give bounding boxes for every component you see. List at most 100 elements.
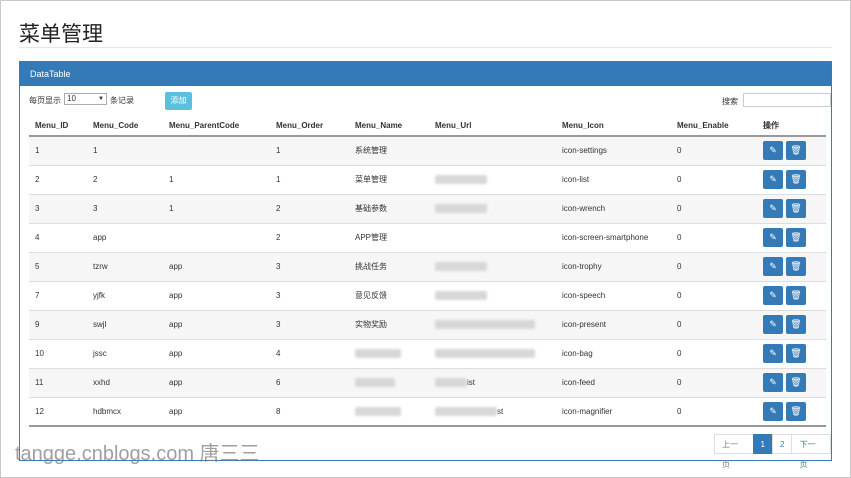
header-menu-id[interactable]: Menu_ID bbox=[29, 116, 93, 137]
redacted-text bbox=[435, 262, 487, 272]
cell-actions: ✎ 🗑 bbox=[763, 164, 826, 194]
edit-icon[interactable]: ✎ bbox=[763, 344, 783, 363]
trash-icon[interactable]: 🗑 bbox=[786, 199, 806, 218]
pager-page-2[interactable]: 2 bbox=[772, 434, 793, 454]
cell-menu-parentcode: app bbox=[169, 367, 276, 397]
trash-icon[interactable]: 🗑 bbox=[786, 228, 806, 247]
pager-prev[interactable]: 上一页 bbox=[714, 434, 754, 469]
cell-menu-parentcode-text: 1 bbox=[169, 175, 174, 184]
redacted-text bbox=[355, 378, 395, 388]
screenshot-frame: 菜单管理 DataTable 每页显示 10 ▼ 条记录 添加 搜索 Menu_… bbox=[0, 0, 851, 478]
edit-icon[interactable]: ✎ bbox=[763, 401, 783, 421]
trash-icon[interactable]: 🗑 bbox=[786, 344, 806, 363]
trash-icon[interactable]: 🗑 bbox=[786, 141, 806, 161]
cell-menu-code-text: app bbox=[93, 233, 107, 242]
trash-icon[interactable]: 🗑 bbox=[786, 257, 806, 276]
cell-menu-id-text: 12 bbox=[35, 406, 44, 416]
edit-icon[interactable]: ✎ bbox=[763, 199, 783, 218]
cell-menu-code: swjl bbox=[93, 309, 169, 339]
watermark: tangge.cnblogs.com 唐三三 bbox=[15, 443, 260, 465]
cell-menu-code-text: jssc bbox=[93, 349, 107, 358]
cell-menu-icon-text: icon-list bbox=[562, 175, 590, 184]
redacted-text bbox=[435, 320, 535, 330]
cell-menu-enable-text: 0 bbox=[677, 233, 682, 242]
cell-menu-id: 4 bbox=[29, 222, 93, 252]
cell-menu-order: 8 bbox=[276, 396, 355, 427]
header-menu-order[interactable]: Menu_Order bbox=[276, 116, 355, 137]
cell-menu-order-text: 3 bbox=[276, 262, 281, 271]
cell-menu-order: 1 bbox=[276, 135, 355, 165]
trash-icon[interactable]: 🗑 bbox=[786, 315, 806, 334]
cell-menu-id-text: 9 bbox=[35, 320, 40, 329]
cell-menu-enable-text: 0 bbox=[677, 175, 682, 184]
header-menu-code[interactable]: Menu_Code bbox=[93, 116, 169, 137]
cell-menu-code-text: 3 bbox=[93, 204, 98, 213]
cell-actions: ✎ 🗑 bbox=[763, 280, 826, 310]
cell-menu-icon: icon-feed bbox=[562, 367, 677, 397]
cell-actions: ✎ 🗑 bbox=[763, 135, 826, 165]
trash-icon[interactable]: 🗑 bbox=[786, 286, 806, 305]
cell-menu-id-text: 3 bbox=[35, 204, 40, 213]
page-title: 菜单管理 bbox=[19, 22, 103, 46]
edit-icon[interactable]: ✎ bbox=[763, 257, 783, 276]
title-divider bbox=[19, 47, 832, 48]
pager-page-1[interactable]: 1 bbox=[752, 434, 773, 454]
panel-heading: DataTable bbox=[20, 62, 831, 86]
cell-menu-code: 3 bbox=[93, 193, 169, 223]
cell-menu-id: 5 bbox=[29, 251, 93, 281]
cell-menu-code: hdbmcx bbox=[93, 396, 169, 427]
header-menu-parentcode[interactable]: Menu_ParentCode bbox=[169, 116, 276, 137]
cell-menu-icon: icon-trophy bbox=[562, 251, 677, 281]
cell-menu-code: app bbox=[93, 222, 169, 252]
cell-menu-icon-text: icon-present bbox=[562, 320, 607, 329]
cell-menu-order: 4 bbox=[276, 338, 355, 368]
cell-menu-name: 实物奖励 bbox=[355, 309, 435, 339]
edit-icon[interactable]: ✎ bbox=[763, 228, 783, 247]
pager-next[interactable]: 下一页 bbox=[791, 434, 831, 469]
edit-icon[interactable]: ✎ bbox=[763, 170, 783, 189]
header-menu-url[interactable]: Menu_Url bbox=[435, 116, 562, 137]
cell-menu-id: 12 bbox=[29, 396, 93, 427]
cell-menu-parentcode bbox=[169, 222, 276, 252]
edit-icon[interactable]: ✎ bbox=[763, 141, 783, 161]
trash-icon[interactable]: 🗑 bbox=[786, 373, 806, 392]
page-length-select[interactable]: 10 ▼ bbox=[64, 93, 107, 105]
cell-menu-code: 2 bbox=[93, 164, 169, 194]
trash-icon[interactable]: 🗑 bbox=[786, 170, 806, 189]
datatable-panel: DataTable 每页显示 10 ▼ 条记录 添加 搜索 Menu_ID Me… bbox=[19, 61, 832, 469]
page-length-label: 每页显示 bbox=[29, 96, 61, 105]
cell-actions: ✎ 🗑 bbox=[763, 396, 826, 427]
header-menu-name[interactable]: Menu_Name bbox=[355, 116, 435, 137]
cell-menu-parentcode: 1 bbox=[169, 164, 276, 194]
cell-menu-enable-text: 0 bbox=[677, 204, 682, 213]
cell-menu-icon: icon-speech bbox=[562, 280, 677, 310]
edit-icon[interactable]: ✎ bbox=[763, 286, 783, 305]
cell-menu-enable: 0 bbox=[677, 193, 763, 223]
cell-menu-name: 系统管理 bbox=[355, 135, 435, 165]
header-menu-enable[interactable]: Menu_Enable bbox=[677, 116, 763, 137]
cell-menu-id: 11 bbox=[29, 367, 93, 397]
cell-menu-code: xxhd bbox=[93, 367, 169, 397]
edit-icon[interactable]: ✎ bbox=[763, 373, 783, 392]
header-menu-icon[interactable]: Menu_Icon bbox=[562, 116, 677, 137]
cell-menu-url bbox=[435, 251, 562, 281]
trash-icon[interactable]: 🗑 bbox=[786, 401, 806, 421]
cell-menu-parentcode-text: app bbox=[169, 262, 183, 271]
search-input[interactable] bbox=[743, 93, 831, 107]
redacted-text bbox=[435, 291, 487, 301]
cell-menu-icon-text: icon-bag bbox=[562, 349, 593, 358]
add-button[interactable]: 添加 bbox=[165, 92, 192, 110]
cell-menu-icon: icon-present bbox=[562, 309, 677, 339]
cell-menu-icon: icon-screen-smartphone bbox=[562, 222, 677, 252]
cell-menu-id: 10 bbox=[29, 338, 93, 368]
cell-menu-order-text: 3 bbox=[276, 291, 281, 300]
cell-menu-icon: icon-bag bbox=[562, 338, 677, 368]
table-header-row: Menu_ID Menu_Code Menu_ParentCode Menu_O… bbox=[29, 116, 826, 137]
cell-menu-enable-text: 0 bbox=[677, 146, 682, 156]
cell-menu-enable: 0 bbox=[677, 338, 763, 368]
cell-menu-code-text: 2 bbox=[93, 175, 98, 184]
edit-icon[interactable]: ✎ bbox=[763, 315, 783, 334]
cell-menu-name: 意见反馈 bbox=[355, 280, 435, 310]
cell-menu-order-text: 4 bbox=[276, 349, 281, 358]
cell-menu-parentcode-text: app bbox=[169, 378, 183, 387]
